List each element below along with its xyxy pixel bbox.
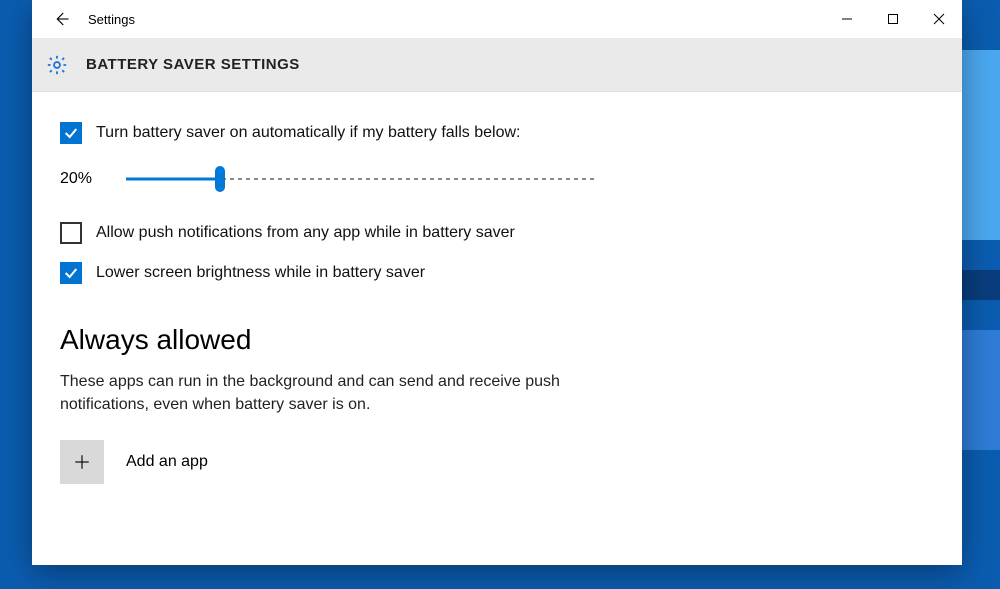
always-allowed-heading: Always allowed (60, 324, 934, 356)
content-area: Turn battery saver on automatically if m… (32, 92, 962, 565)
gear-icon (46, 54, 68, 76)
slider-fill (126, 178, 220, 181)
add-app-label: Add an app (126, 453, 208, 471)
add-app-button[interactable] (60, 440, 104, 484)
checkmark-icon (63, 125, 79, 141)
page-title: BATTERY SAVER SETTINGS (86, 56, 300, 73)
desktop-decor (960, 270, 1000, 300)
allow-push-row[interactable]: Allow push notifications from any app wh… (60, 222, 934, 244)
close-button[interactable] (916, 0, 962, 38)
auto-on-label: Turn battery saver on automatically if m… (96, 124, 520, 142)
back-button[interactable] (38, 0, 84, 38)
auto-on-checkbox[interactable] (60, 122, 82, 144)
settings-window: Settings BATTERY SAVER SETTINGS (32, 0, 962, 565)
titlebar: Settings (32, 0, 962, 38)
checkmark-icon (63, 265, 79, 281)
lower-brightness-row[interactable]: Lower screen brightness while in battery… (60, 262, 934, 284)
plus-icon (73, 453, 91, 471)
threshold-slider-row: 20% (60, 170, 934, 188)
auto-on-row[interactable]: Turn battery saver on automatically if m… (60, 122, 934, 144)
maximize-icon (887, 13, 899, 25)
close-icon (933, 13, 945, 25)
minimize-icon (841, 13, 853, 25)
threshold-value: 20% (60, 170, 102, 188)
add-app-row[interactable]: Add an app (60, 440, 934, 484)
page-header: BATTERY SAVER SETTINGS (32, 38, 962, 92)
lower-brightness-checkbox[interactable] (60, 262, 82, 284)
app-title: Settings (84, 12, 135, 27)
maximize-button[interactable] (870, 0, 916, 38)
allow-push-label: Allow push notifications from any app wh… (96, 224, 515, 242)
threshold-slider[interactable] (126, 177, 596, 181)
window-controls (824, 0, 962, 38)
allow-push-checkbox[interactable] (60, 222, 82, 244)
always-allowed-description: These apps can run in the background and… (60, 370, 620, 416)
minimize-button[interactable] (824, 0, 870, 38)
lower-brightness-label: Lower screen brightness while in battery… (96, 264, 425, 282)
slider-thumb[interactable] (215, 166, 225, 192)
back-arrow-icon (52, 10, 70, 28)
